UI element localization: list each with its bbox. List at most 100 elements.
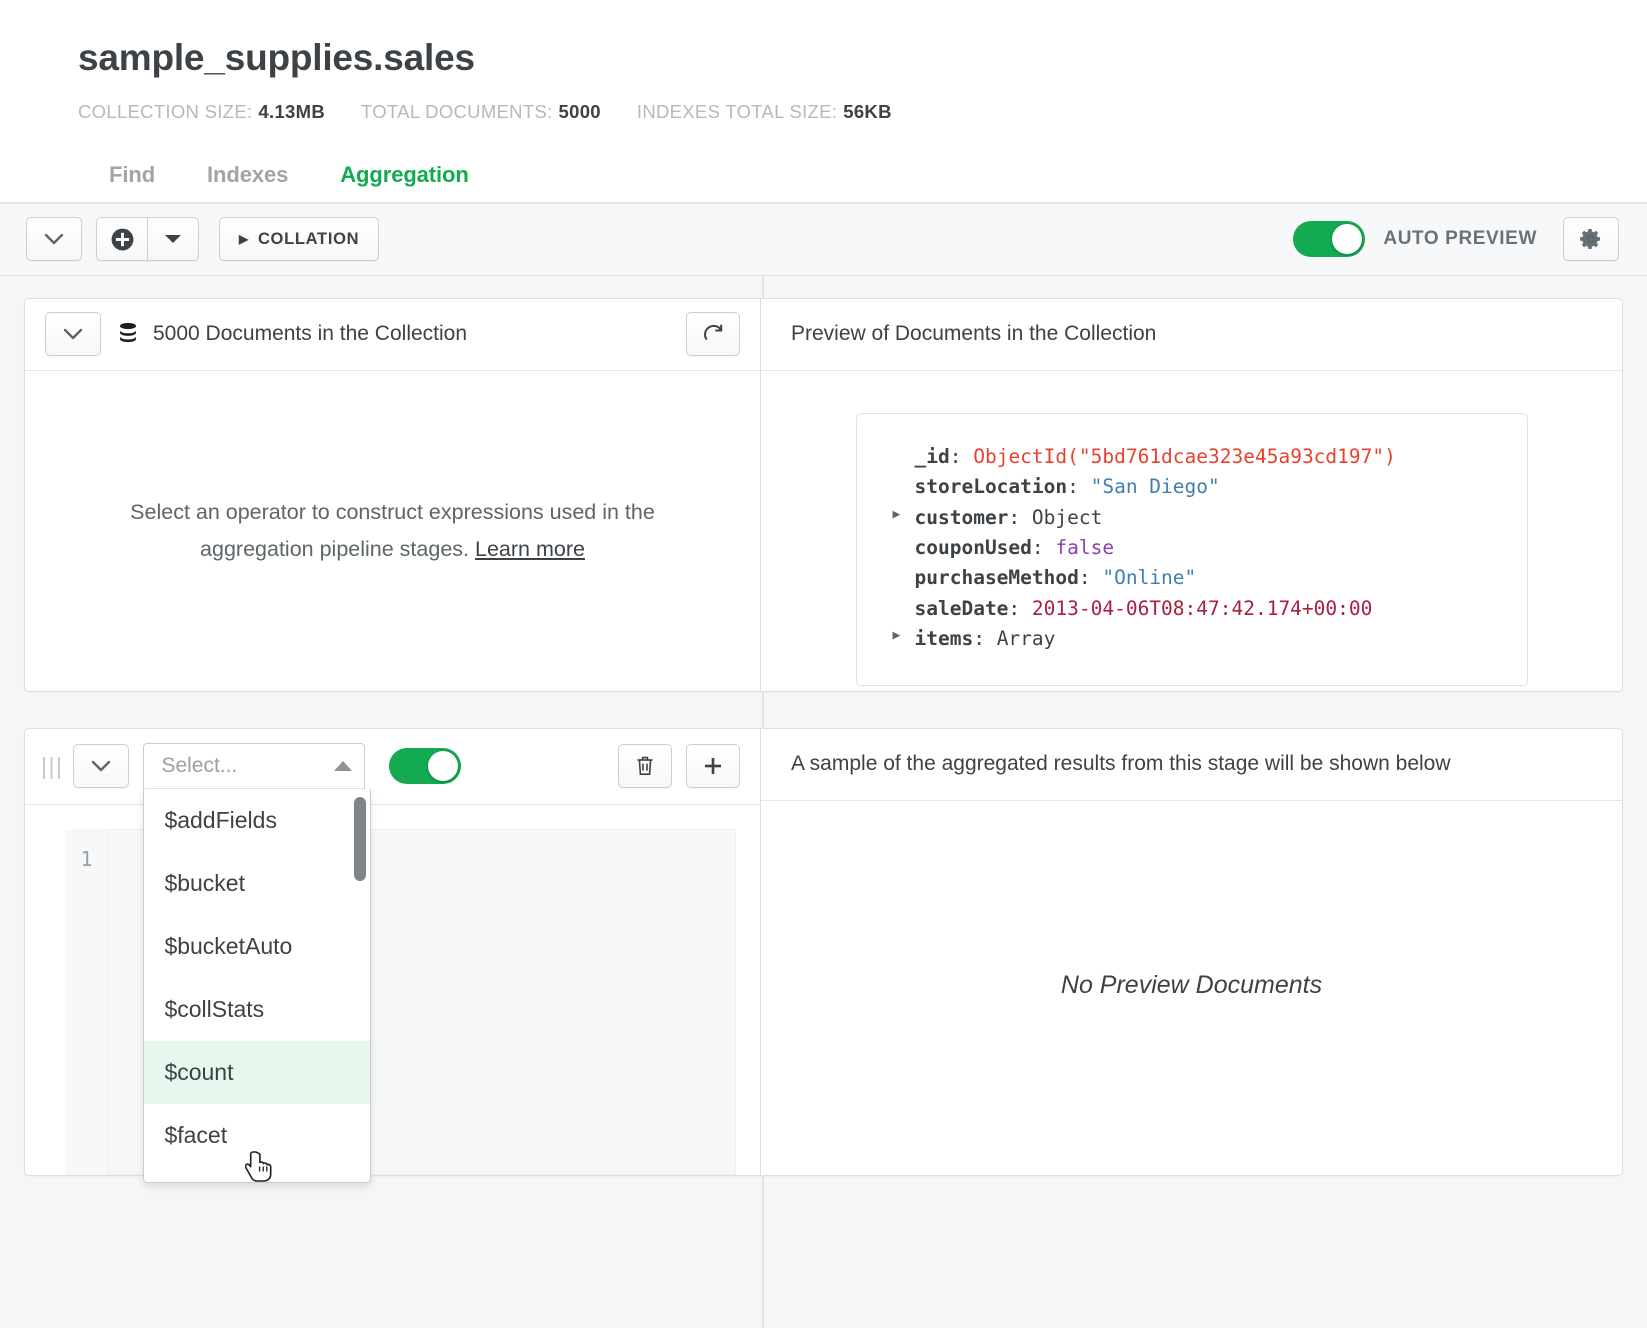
document-field-value: Object xyxy=(1032,506,1102,529)
expand-triangle-icon[interactable]: ▶ xyxy=(893,505,901,525)
pipeline-preview-body: No Preview Documents xyxy=(761,801,1622,1171)
add-stage-menu-button[interactable] xyxy=(147,217,199,261)
stat-collection-size: COLLECTION SIZE:4.13MB xyxy=(78,101,325,123)
chevron-down-icon xyxy=(91,760,111,773)
collection-stage-card: 5000 Documents in the Collection Select … xyxy=(24,298,1623,692)
trash-icon xyxy=(635,755,655,777)
pipeline-workspace: 5000 Documents in the Collection Select … xyxy=(0,276,1647,1328)
collection-collapse-button[interactable] xyxy=(45,312,101,356)
collection-preview-panel: Preview of Documents in the Collection _… xyxy=(761,299,1622,691)
document-field-row: saleDate: 2013-04-06T08:47:42.174+00:00 xyxy=(893,594,1491,624)
document-card: _id: ObjectId("5bd761dcae323e45a93cd197"… xyxy=(856,413,1528,686)
document-field-key: purchaseMethod xyxy=(915,566,1079,589)
stage-enabled-toggle-wrap xyxy=(389,748,461,784)
pipeline-stage-card: ||| Select... $addFields $bucket xyxy=(24,728,1623,1176)
stat-label: INDEXES TOTAL SIZE: xyxy=(637,101,837,122)
add-stage-after-button[interactable] xyxy=(686,744,740,788)
plus-icon xyxy=(703,756,723,776)
document-field-row: purchaseMethod: "Online" xyxy=(893,563,1491,593)
collapse-all-button[interactable] xyxy=(26,217,82,261)
pipeline-stage-preview-panel: A sample of the aggregated results from … xyxy=(761,729,1622,1175)
pipeline-preview-header: A sample of the aggregated results from … xyxy=(761,729,1622,801)
collection-stats: COLLECTION SIZE:4.13MB TOTAL DOCUMENTS: 5… xyxy=(78,101,1647,123)
document-field-row[interactable]: ▶ customer: Object xyxy=(893,503,1491,533)
dropdown-option-addfields[interactable]: $addFields xyxy=(144,789,370,852)
document-field-row[interactable]: ▶ items: Array xyxy=(893,624,1491,654)
collation-label: COLLATION xyxy=(258,230,359,249)
delete-stage-button[interactable] xyxy=(618,744,672,788)
pipeline-toolbar: ▶ COLLATION AUTO PREVIEW xyxy=(0,204,1647,276)
gear-icon xyxy=(1579,227,1603,251)
settings-button[interactable] xyxy=(1563,217,1619,261)
placeholder-line-1: Select an operator to construct expressi… xyxy=(130,500,655,524)
learn-more-link[interactable]: Learn more xyxy=(475,537,585,561)
stage-editor-body: 1 xyxy=(25,805,760,1175)
document-field-key: _id xyxy=(915,445,950,468)
dropdown-option-bucketauto[interactable]: $bucketAuto xyxy=(144,915,370,978)
dropdown-option-bucket[interactable]: $bucket xyxy=(144,852,370,915)
stage-enabled-toggle[interactable] xyxy=(389,748,461,784)
toggle-knob xyxy=(1332,224,1362,254)
collection-stage-left: 5000 Documents in the Collection Select … xyxy=(25,299,761,691)
add-stage-button-group xyxy=(96,217,199,261)
document-field-row: _id: ObjectId("5bd761dcae323e45a93cd197"… xyxy=(893,442,1491,472)
triangle-right-icon: ▶ xyxy=(239,232,249,246)
dropdown-option-count[interactable]: $count xyxy=(144,1041,370,1104)
document-field-value: 2013-04-06T08:47:42.174+00:00 xyxy=(1032,597,1372,620)
pipeline-preview-title: A sample of the aggregated results from … xyxy=(791,752,1451,776)
chevron-down-icon xyxy=(44,233,64,246)
stage-operator-dropdown[interactable]: $addFields $bucket $bucketAuto $collStat… xyxy=(143,789,371,1183)
stage-operator-placeholder: Select... xyxy=(161,754,237,778)
expand-triangle-icon[interactable]: ▶ xyxy=(893,626,901,646)
document-field-value: "Online" xyxy=(1102,566,1196,589)
collection-preview-body: _id: ObjectId("5bd761dcae323e45a93cd197"… xyxy=(761,371,1622,691)
editor-line-numbers: 1 xyxy=(65,829,109,1175)
refresh-icon xyxy=(702,323,725,346)
page-title: sample_supplies.sales xyxy=(78,38,1647,79)
pipeline-stage-header: ||| Select... $addFields $bucket xyxy=(25,729,760,805)
document-field-key: couponUsed xyxy=(915,536,1032,559)
document-field-key: storeLocation xyxy=(915,475,1068,498)
dropdown-scrollbar[interactable] xyxy=(354,797,366,881)
add-stage-button[interactable] xyxy=(96,217,148,261)
stat-label: TOTAL DOCUMENTS: xyxy=(361,101,553,122)
stage-actions xyxy=(618,744,740,788)
stat-value: 5000 xyxy=(559,101,601,122)
pipeline-stage-collapse-button[interactable] xyxy=(73,744,129,788)
dropdown-option-facet[interactable]: $facet xyxy=(144,1104,370,1167)
document-field-key: items xyxy=(915,627,974,650)
auto-preview-toggle[interactable] xyxy=(1293,221,1365,257)
tab-aggregation[interactable]: Aggregation xyxy=(314,162,494,202)
caret-down-icon xyxy=(163,233,183,245)
line-number: 1 xyxy=(65,847,108,871)
chevron-down-icon xyxy=(63,328,83,341)
collection-preview-title: Preview of Documents in the Collection xyxy=(791,322,1156,346)
auto-preview-label: AUTO PREVIEW xyxy=(1383,228,1537,250)
tab-indexes[interactable]: Indexes xyxy=(181,162,314,202)
document-field-row: storeLocation: "San Diego" xyxy=(893,472,1491,502)
collection-stage-body: Select an operator to construct expressi… xyxy=(25,371,760,691)
stage-operator-select[interactable]: Select... xyxy=(143,743,365,789)
refresh-button[interactable] xyxy=(686,312,740,356)
document-field-value: false xyxy=(1055,536,1114,559)
document-field-key: saleDate xyxy=(915,597,1009,620)
collection-header: sample_supplies.sales COLLECTION SIZE:4.… xyxy=(0,0,1647,202)
collection-stage-title: 5000 Documents in the Collection xyxy=(153,322,467,346)
pipeline-stage-left: ||| Select... $addFields $bucket xyxy=(25,729,761,1175)
toolbar-right-group: AUTO PREVIEW xyxy=(1293,217,1619,261)
document-field-value: ObjectId("5bd761dcae323e45a93cd197") xyxy=(973,445,1396,468)
tab-bar: Find Indexes Aggregation xyxy=(78,150,1647,202)
operator-placeholder: Select an operator to construct expressi… xyxy=(130,494,655,568)
toggle-knob xyxy=(428,751,458,781)
collection-preview-header: Preview of Documents in the Collection xyxy=(761,299,1622,371)
database-icon xyxy=(117,322,139,346)
caret-up-icon[interactable] xyxy=(334,761,352,771)
document-field-row: couponUsed: false xyxy=(893,533,1491,563)
stat-label: COLLECTION SIZE: xyxy=(78,101,252,122)
stat-total-documents: TOTAL DOCUMENTS: 5000 xyxy=(361,101,601,123)
collation-button[interactable]: ▶ COLLATION xyxy=(219,217,379,261)
dropdown-option-collstats[interactable]: $collStats xyxy=(144,978,370,1041)
drag-handle-icon[interactable]: ||| xyxy=(41,753,63,780)
stat-value: 56KB xyxy=(843,101,892,122)
tab-find[interactable]: Find xyxy=(83,162,181,202)
